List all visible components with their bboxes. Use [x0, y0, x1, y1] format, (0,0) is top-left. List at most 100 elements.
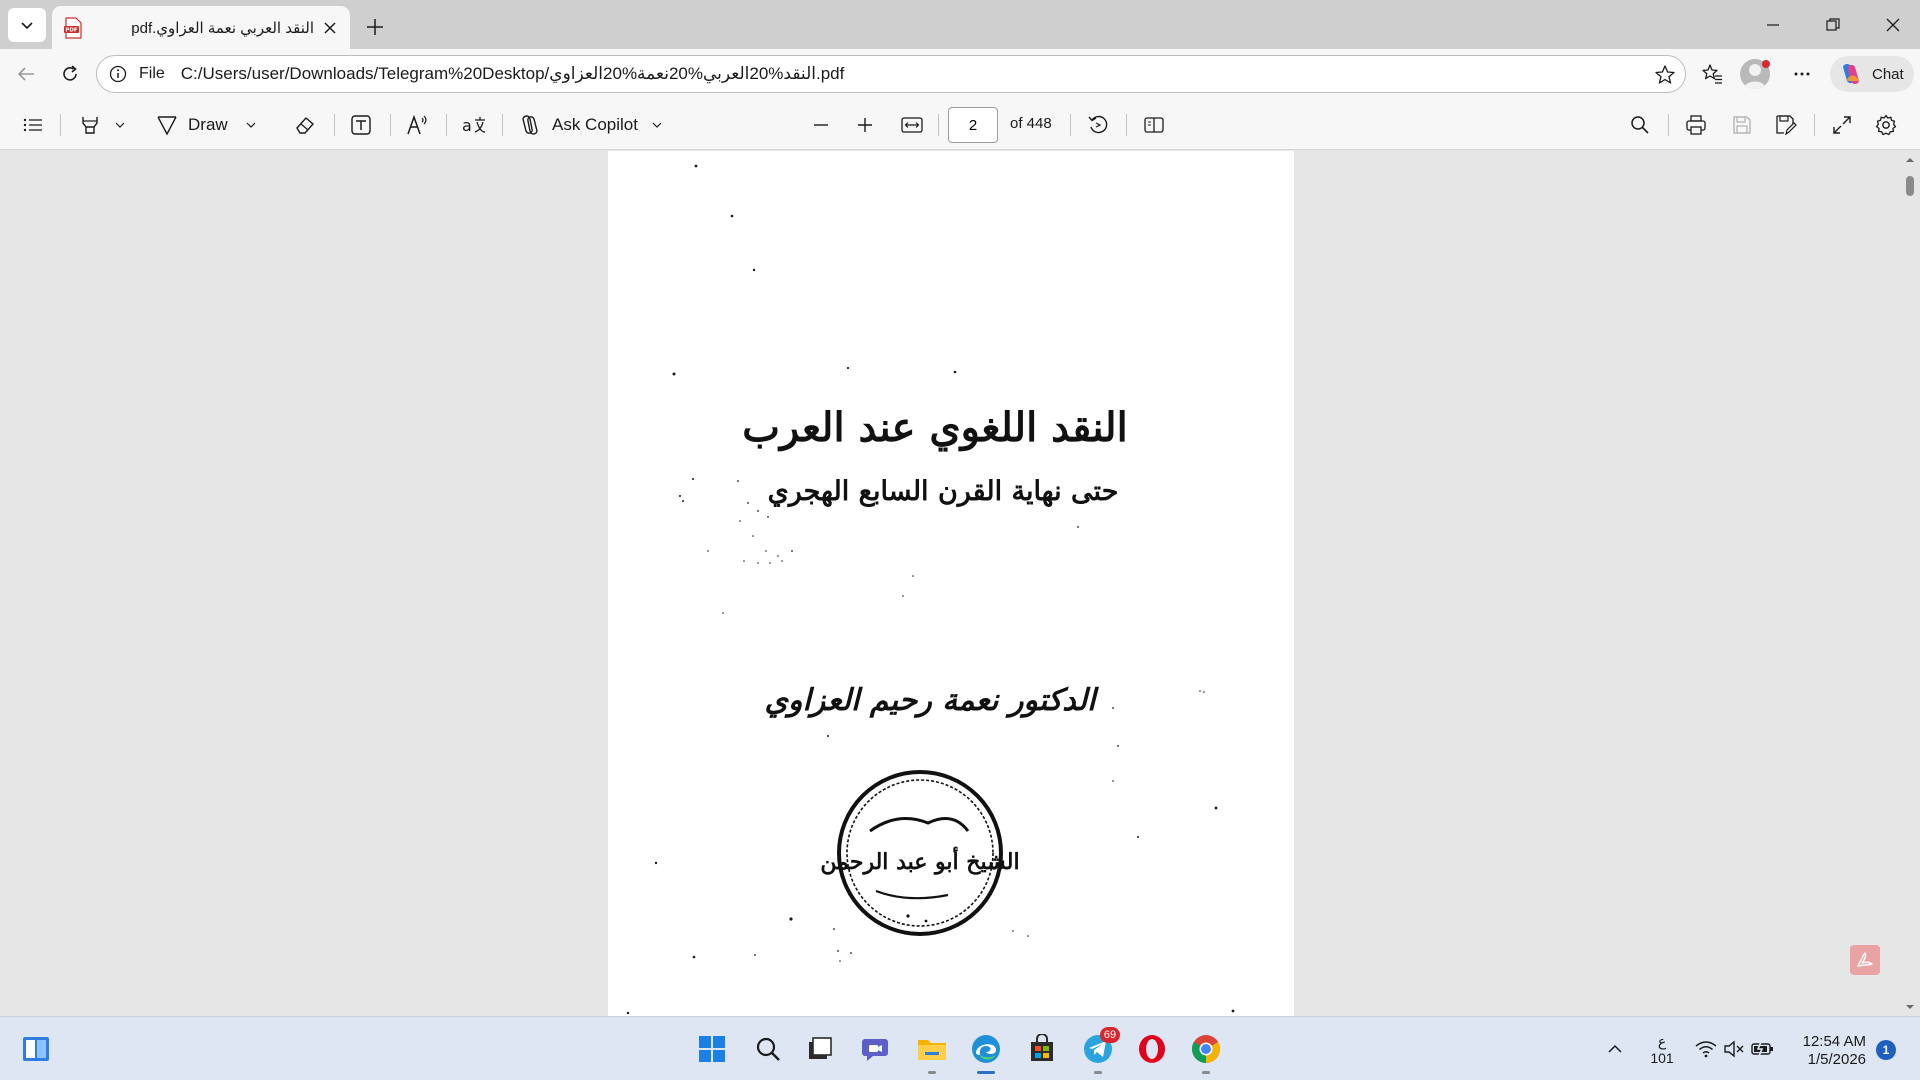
svg-text:a: a: [462, 116, 472, 135]
print-button[interactable]: [1680, 110, 1712, 140]
clock[interactable]: 12:54 AM 1/5/2026: [1798, 1033, 1866, 1069]
print-icon: [1685, 114, 1707, 136]
edge-taskbar-button[interactable]: [968, 1031, 1004, 1074]
chevron-up-icon: [1607, 1041, 1623, 1057]
url-text[interactable]: C:/Users/user/Downloads/Telegram%20Deskt…: [181, 64, 845, 84]
profile-alert-dot: [1762, 60, 1770, 68]
draw-icon: [156, 114, 178, 136]
translate-button[interactable]: a: [458, 110, 490, 140]
toolbar-separator: [1126, 114, 1127, 136]
chrome-icon: [1191, 1034, 1221, 1064]
edge-icon: [970, 1033, 1002, 1065]
start-button[interactable]: [694, 1031, 730, 1067]
fit-width-button[interactable]: [896, 110, 928, 140]
opera-button[interactable]: [1134, 1031, 1170, 1067]
refresh-button[interactable]: [54, 58, 86, 90]
store-button[interactable]: [1024, 1031, 1060, 1067]
maximize-button[interactable]: [1810, 0, 1856, 49]
favorites-button[interactable]: [1696, 58, 1728, 90]
ask-copilot-label: Ask Copilot: [552, 115, 638, 134]
zoom-in-button[interactable]: [850, 110, 880, 140]
save-icon: [1732, 115, 1752, 135]
doc-author: الدكتور نعمة رحيم العزاوي: [765, 683, 1100, 718]
more-button[interactable]: [1786, 58, 1818, 90]
input-language-indicator[interactable]: ع 101: [1648, 1033, 1676, 1067]
task-view-icon: [806, 1036, 834, 1062]
time-text: 12:54 AM: [1802, 1033, 1866, 1050]
battery-icon: [1751, 1040, 1775, 1058]
favorite-star-icon[interactable]: [1653, 63, 1677, 87]
contents-button[interactable]: [18, 110, 48, 140]
page-view-button[interactable]: [1138, 110, 1170, 140]
toolbar-separator: [446, 114, 447, 136]
scan-noise: [626, 164, 1235, 1015]
browser-tab[interactable]: PDF النقد العربي نعمة العزاوي.pdf: [52, 6, 350, 49]
speaker-muted-icon: [1723, 1040, 1745, 1058]
teams-icon: [861, 1035, 891, 1063]
favorites-icon: [1701, 63, 1723, 85]
file-explorer-icon: [916, 1035, 948, 1063]
file-explorer-button[interactable]: [914, 1031, 950, 1074]
save-button[interactable]: [1726, 110, 1758, 140]
draw-label: Draw: [188, 115, 228, 134]
toolbar-separator: [938, 114, 939, 136]
chevron-down-icon: [115, 120, 125, 130]
active-indicator: [977, 1071, 995, 1074]
text-box-icon: [350, 114, 372, 136]
chrome-button[interactable]: [1188, 1031, 1224, 1074]
pdf-toolbar: Draw a Ask Copilot of 448: [0, 99, 1920, 150]
search-icon: [755, 1036, 781, 1062]
start-icon: [698, 1035, 726, 1063]
copilot-chat-button[interactable]: Chat: [1830, 56, 1914, 92]
widgets-icon: [21, 1035, 51, 1063]
text-box-button[interactable]: [346, 110, 376, 140]
widgets-button[interactable]: [18, 1031, 54, 1067]
maximize-icon: [1826, 17, 1840, 32]
page-number-input[interactable]: [948, 107, 998, 143]
pdf-viewer[interactable]: النقد اللغوي عند العرب حتى نهاية القرن ا…: [0, 151, 1920, 1016]
ask-copilot-button[interactable]: Ask Copilot: [518, 110, 668, 140]
highlight-button[interactable]: [72, 110, 132, 140]
zoom-out-button[interactable]: [806, 110, 836, 140]
erase-button[interactable]: [290, 110, 320, 140]
draw-button[interactable]: Draw: [156, 110, 268, 140]
library-stamp: الشيخ أبو عبد الرحمن: [820, 770, 1020, 936]
save-as-button[interactable]: [1770, 110, 1802, 140]
info-icon[interactable]: [107, 63, 129, 85]
system-tray-status[interactable]: [1690, 1031, 1780, 1067]
address-bar[interactable]: File C:/Users/user/Downloads/Telegram%20…: [96, 55, 1686, 93]
rotate-button[interactable]: [1082, 110, 1114, 140]
page-view-icon: [1143, 115, 1165, 135]
wifi-icon: [1695, 1040, 1717, 1058]
scroll-up-icon[interactable]: [1900, 153, 1920, 167]
back-button[interactable]: [10, 58, 42, 90]
teams-button[interactable]: [858, 1031, 894, 1067]
tab-actions-button[interactable]: [8, 8, 46, 42]
scroll-thumb[interactable]: [1906, 176, 1914, 196]
settings-icon: [1875, 114, 1897, 136]
telegram-button[interactable]: 69: [1080, 1027, 1120, 1074]
read-aloud-button[interactable]: [402, 110, 434, 140]
fullscreen-button[interactable]: [1826, 110, 1858, 140]
scroll-down-icon[interactable]: [1900, 1000, 1920, 1014]
new-tab-button[interactable]: [360, 12, 390, 42]
close-window-icon: [1886, 18, 1900, 32]
notification-badge[interactable]: 1: [1876, 1040, 1896, 1060]
close-window-button[interactable]: [1870, 0, 1916, 49]
task-view-button[interactable]: [802, 1031, 838, 1067]
lang-script: ع: [1657, 1033, 1667, 1049]
page-canvas: النقد اللغوي عند العرب حتى نهاية القرن ا…: [626, 164, 1235, 1015]
zoom-in-icon: [857, 117, 873, 133]
toolbar-separator: [1668, 114, 1669, 136]
vertical-scrollbar[interactable]: [1900, 151, 1920, 1016]
taskbar-search-button[interactable]: [750, 1031, 786, 1067]
settings-button[interactable]: [1870, 110, 1902, 140]
chevron-down-icon: [246, 120, 256, 130]
chevron-down-icon: [19, 17, 35, 33]
find-button[interactable]: [1624, 110, 1656, 140]
close-icon[interactable]: [320, 18, 340, 38]
minimize-button[interactable]: [1750, 0, 1796, 49]
show-hidden-icons-button[interactable]: [1600, 1031, 1630, 1067]
acrobat-icon[interactable]: [1850, 945, 1880, 975]
chat-label: Chat: [1872, 65, 1904, 83]
